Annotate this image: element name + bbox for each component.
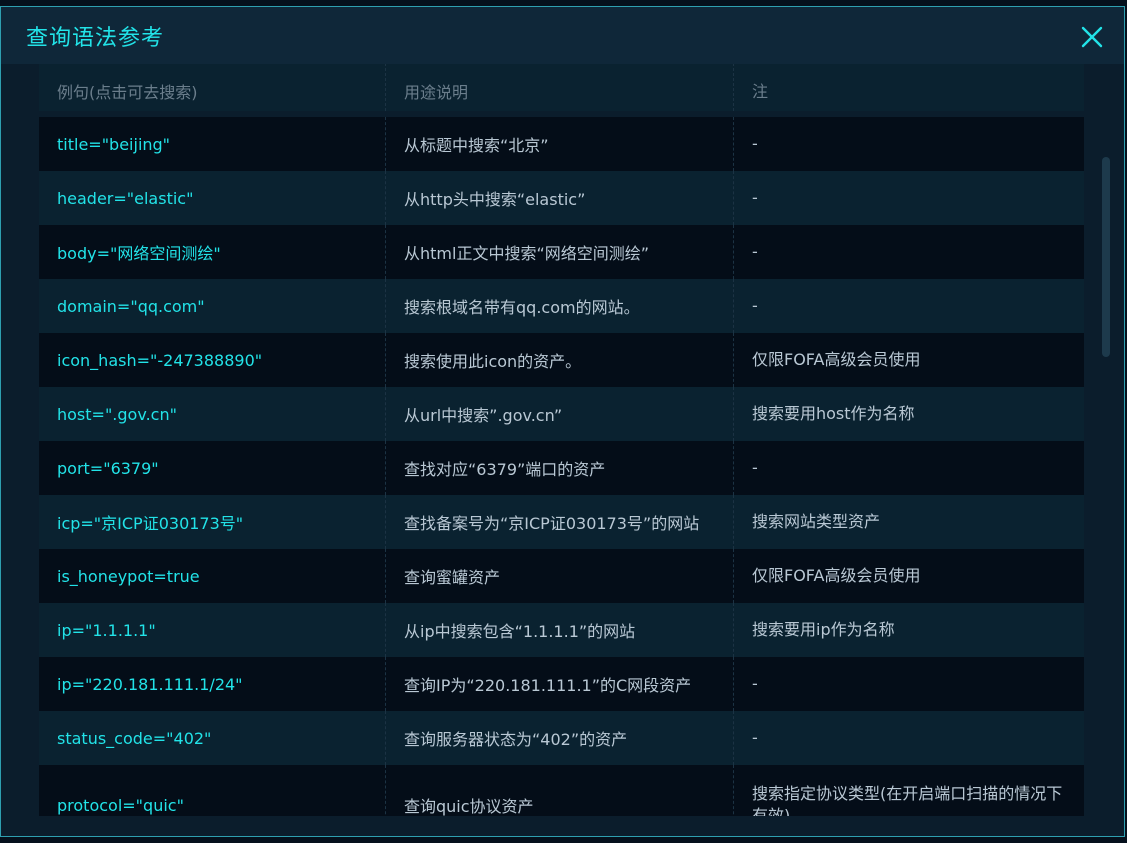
note-cell: - bbox=[752, 242, 758, 261]
usage-cell: 从标题中搜索“北京” bbox=[386, 117, 734, 171]
table-row: ip="1.1.1.1" 从ip中搜索包含“1.1.1.1”的网站 搜索要用ip作为… bbox=[39, 603, 1084, 657]
example-cell[interactable]: body="网络空间测绘" bbox=[39, 225, 386, 279]
table-row: ip="220.181.111.1/24" 查询IP为“220.181.111.1… bbox=[39, 657, 1084, 711]
note-cell: - bbox=[752, 728, 758, 747]
note-cell: - bbox=[752, 134, 758, 153]
example-cell[interactable]: icp="京ICP证030173号" bbox=[39, 495, 386, 549]
table-header-row: 例句(点击可去搜索) 用途说明 注 bbox=[39, 64, 1084, 111]
example-cell[interactable]: ip="1.1.1.1" bbox=[39, 603, 386, 657]
query-syntax-dialog: 查询语法参考 例句(点击可去搜索) 用途说明 注 title="beijing"… bbox=[0, 6, 1125, 837]
example-cell[interactable]: domain="qq.com" bbox=[39, 279, 386, 333]
usage-cell: 从html正文中搜索“网络空间测绘” bbox=[386, 225, 734, 279]
usage-cell: 查询服务器状态为“402”的资产 bbox=[386, 711, 734, 765]
header-note: 注 bbox=[752, 82, 769, 101]
note-cell: - bbox=[752, 296, 758, 315]
close-button[interactable] bbox=[1080, 25, 1104, 49]
note-cell: 仅限FOFA高级会员使用 bbox=[752, 350, 921, 369]
dialog-header: 查询语法参考 bbox=[1, 7, 1124, 64]
usage-cell: 查询IP为“220.181.111.1”的C网段资产 bbox=[386, 657, 734, 711]
note-cell: - bbox=[752, 674, 758, 693]
usage-cell: 从ip中搜索包含“1.1.1.1”的网站 bbox=[386, 603, 734, 657]
example-cell[interactable]: host=".gov.cn" bbox=[39, 387, 386, 441]
note-cell: - bbox=[752, 188, 758, 207]
close-icon bbox=[1081, 26, 1103, 48]
usage-cell: 查询quic协议资产 bbox=[386, 765, 734, 816]
example-cell[interactable]: ip="220.181.111.1/24" bbox=[39, 657, 386, 711]
table-row: status_code="402" 查询服务器状态为“402”的资产 - bbox=[39, 711, 1084, 765]
example-cell[interactable]: protocol="quic" bbox=[39, 765, 386, 816]
usage-cell: 搜索使用此icon的资产。 bbox=[386, 333, 734, 387]
example-cell[interactable]: icon_hash="-247388890" bbox=[39, 333, 386, 387]
table-row: icon_hash="-247388890" 搜索使用此icon的资产。 仅限FOF… bbox=[39, 333, 1084, 387]
table-row: body="网络空间测绘" 从html正文中搜索“网络空间测绘” - bbox=[39, 225, 1084, 279]
usage-cell: 查询蜜罐资产 bbox=[386, 549, 734, 603]
usage-cell: 搜索根域名带有qq.com的网站。 bbox=[386, 279, 734, 333]
table-row: title="beijing" 从标题中搜索“北京” - bbox=[39, 117, 1084, 171]
note-cell: 搜索要用host作为名称 bbox=[752, 404, 915, 423]
table-row: icp="京ICP证030173号" 查找备案号为“京ICP证030173号”的网… bbox=[39, 495, 1084, 549]
example-cell[interactable]: port="6379" bbox=[39, 441, 386, 495]
usage-cell: 从url中搜索”.gov.cn” bbox=[386, 387, 734, 441]
dialog-title: 查询语法参考 bbox=[26, 26, 165, 51]
table-row: header="elastic" 从http头中搜索“elastic” - bbox=[39, 171, 1084, 225]
usage-cell: 查找备案号为“京ICP证030173号”的网站 bbox=[386, 495, 734, 549]
header-usage: 用途说明 bbox=[386, 64, 734, 111]
table-row: is_honeypot=true 查询蜜罐资产 仅限FOFA高级会员使用 bbox=[39, 549, 1084, 603]
note-cell: 搜索要用ip作为名称 bbox=[752, 620, 895, 639]
note-cell: 仅限FOFA高级会员使用 bbox=[752, 566, 921, 585]
example-cell[interactable]: title="beijing" bbox=[39, 117, 386, 171]
note-cell: 搜索网站类型资产 bbox=[752, 512, 881, 531]
header-example: 例句(点击可去搜索) bbox=[39, 64, 386, 111]
example-cell[interactable]: header="elastic" bbox=[39, 171, 386, 225]
table-row: domain="qq.com" 搜索根域名带有qq.com的网站。 - bbox=[39, 279, 1084, 333]
usage-cell: 从http头中搜索“elastic” bbox=[386, 171, 734, 225]
syntax-table: 例句(点击可去搜索) 用途说明 注 title="beijing" 从标题中搜索“… bbox=[39, 64, 1084, 816]
table-row: port="6379" 查找对应“6379”端口的资产 - bbox=[39, 441, 1084, 495]
example-cell[interactable]: status_code="402" bbox=[39, 711, 386, 765]
scrollbar-thumb[interactable] bbox=[1102, 157, 1110, 357]
example-cell[interactable]: is_honeypot=true bbox=[39, 549, 386, 603]
table-row: host=".gov.cn" 从url中搜索”.gov.cn” 搜索要用host作为… bbox=[39, 387, 1084, 441]
usage-cell: 查找对应“6379”端口的资产 bbox=[386, 441, 734, 495]
table-row: protocol="quic" 查询quic协议资产 搜索指定协议类型(在开启端口扫… bbox=[39, 765, 1084, 816]
note-cell: - bbox=[752, 458, 758, 477]
note-cell: 搜索指定协议类型(在开启端口扫描的情况下有效) bbox=[752, 784, 1063, 816]
